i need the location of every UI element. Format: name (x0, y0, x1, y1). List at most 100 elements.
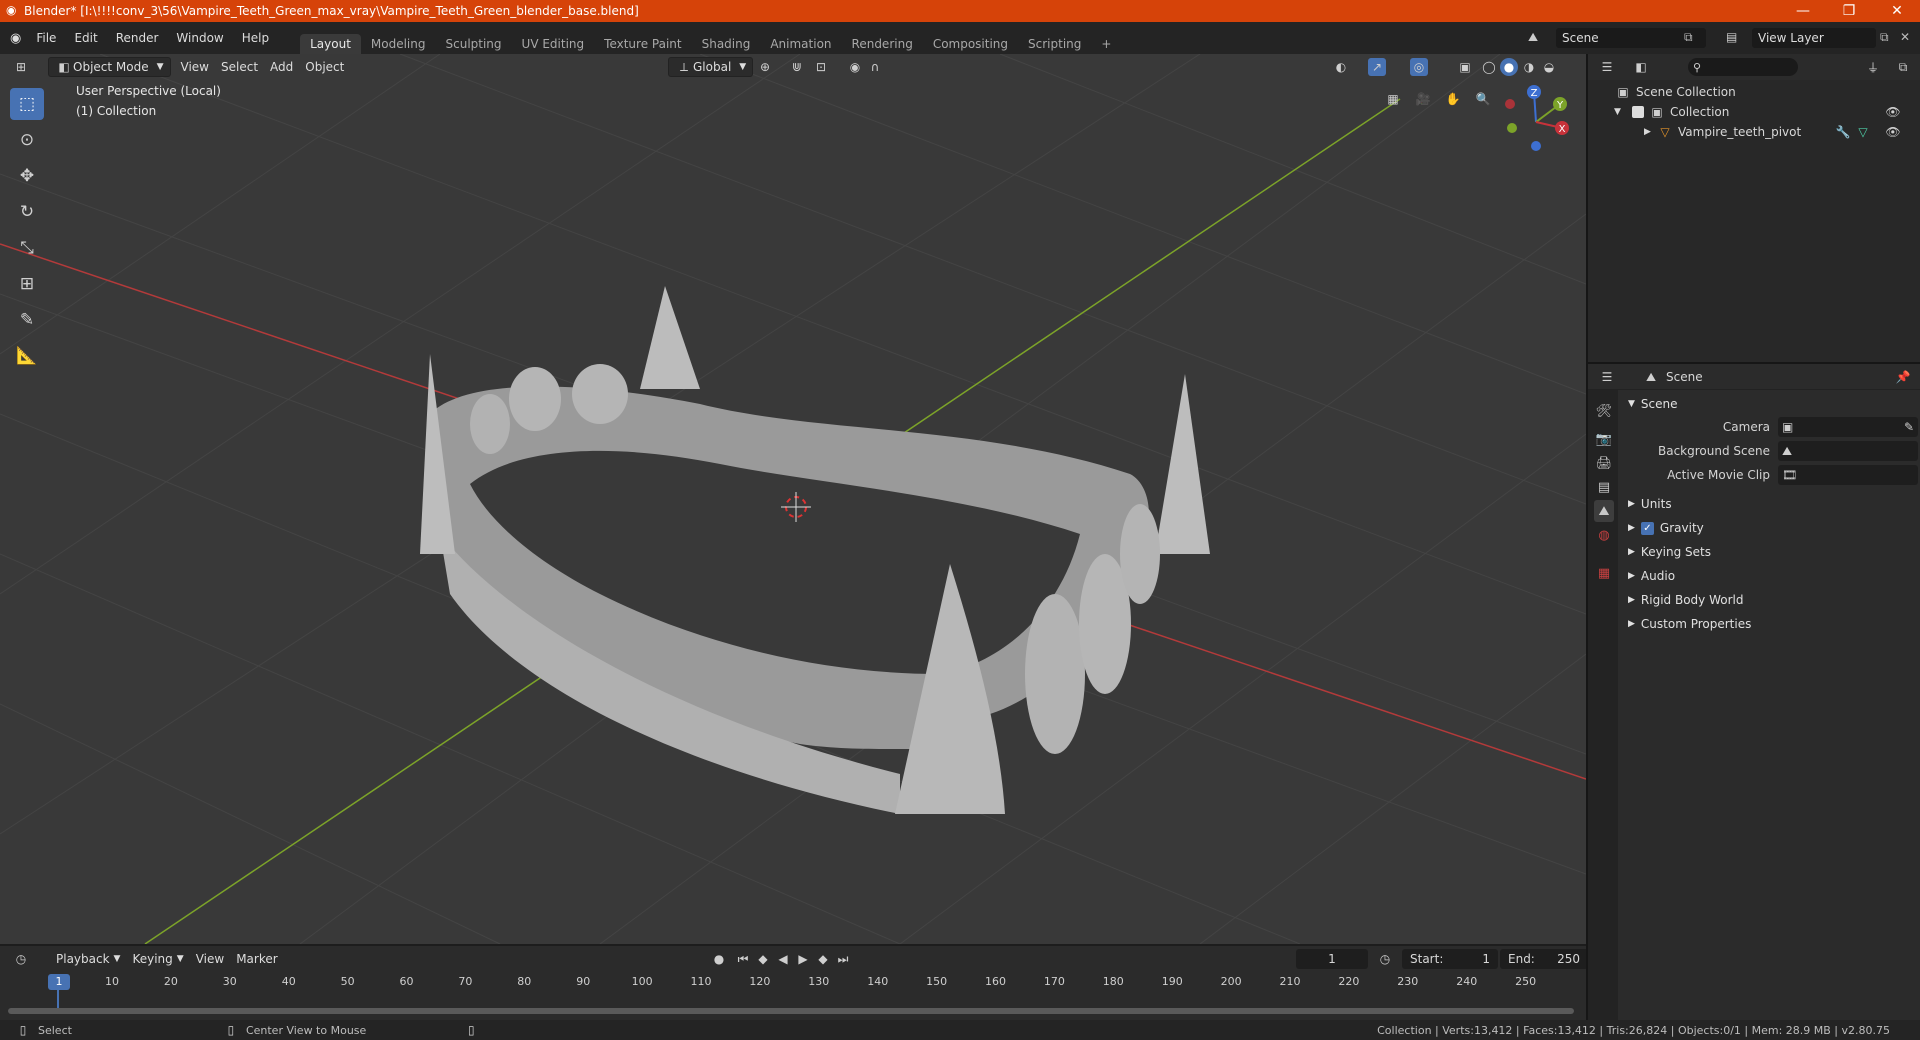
transform-orientation-dropdown[interactable]: ⟂ Global ▼ (668, 57, 754, 77)
tab-sculpting[interactable]: Sculpting (436, 34, 512, 54)
display-mode-icon[interactable]: ◧ (1632, 58, 1650, 76)
area-divider[interactable] (1586, 54, 1588, 1020)
editor-type-icon[interactable]: ⊞ (12, 58, 30, 76)
editor-type-icon[interactable]: ◷ (12, 950, 30, 968)
filter-icon[interactable]: ⏚ (1864, 58, 1882, 76)
tab-animation[interactable]: Animation (760, 34, 841, 54)
world-tab-icon[interactable]: ◍ (1594, 524, 1614, 546)
checkbox-icon[interactable] (1632, 106, 1644, 118)
object-mode-dropdown[interactable]: ◧ Object Mode ▼ (48, 57, 171, 77)
viewport-scene[interactable] (0, 54, 1586, 944)
end-frame-field[interactable]: End: 250 (1500, 949, 1588, 969)
axis-gizmo[interactable]: Z Y X (1496, 82, 1576, 162)
tab-shading[interactable]: Shading (692, 34, 761, 54)
pin-icon[interactable]: 📌 (1894, 368, 1912, 386)
falloff-icon[interactable]: ∩ (866, 58, 884, 76)
menu-view[interactable]: View (175, 57, 215, 77)
gizmo-toggle-icon[interactable]: ↗ (1368, 58, 1386, 76)
eye-icon[interactable]: 👁 (1884, 123, 1902, 141)
close-button[interactable]: ✕ (1874, 0, 1920, 22)
jump-start-icon[interactable]: ⏮ (734, 950, 752, 968)
new-view-layer-icon[interactable]: ⧉ (1880, 30, 1889, 45)
texture-tab-icon[interactable]: ▦ (1594, 562, 1614, 584)
prev-keyframe-icon[interactable]: ◆ (754, 950, 772, 968)
expand-arrow-icon[interactable]: ▼ (1614, 107, 1628, 117)
tab-layout[interactable]: Layout (300, 34, 361, 54)
jump-end-icon[interactable]: ⏭ (834, 950, 852, 968)
select-box-icon[interactable]: ⬚ (10, 88, 44, 120)
3d-viewport[interactable]: ⊞ ◧ Object Mode ▼ View Select Add Object… (0, 54, 1586, 944)
menu-window[interactable]: Window (167, 31, 232, 45)
pan-hand-icon[interactable]: ✋ (1444, 90, 1462, 108)
new-scene-icon[interactable]: ⧉ (1684, 30, 1693, 45)
output-tab-icon[interactable]: 🖨 (1594, 452, 1614, 474)
minimize-button[interactable]: — (1780, 0, 1826, 22)
wireframe-shading-icon[interactable]: ◯ (1480, 58, 1498, 76)
scene-panel-header[interactable]: ▼ Scene (1618, 392, 1918, 416)
editor-type-icon[interactable]: ☰ (1598, 58, 1616, 76)
solid-shading-icon[interactable]: ● (1500, 58, 1518, 76)
record-icon[interactable]: ● (710, 950, 728, 968)
tab-compositing[interactable]: Compositing (923, 34, 1018, 54)
modifier-icon[interactable]: 🔧 (1834, 123, 1852, 141)
editor-type-icon[interactable]: ☰ (1598, 368, 1616, 386)
remove-view-layer-icon[interactable]: ✕ (1900, 30, 1910, 44)
outliner-search-input[interactable]: ⚲ (1688, 58, 1798, 76)
outliner-row-scene-collection[interactable]: ▣ Scene Collection (1614, 82, 1735, 102)
background-scene-field[interactable]: ⛰ (1778, 441, 1918, 461)
scene-tab-icon[interactable]: ⛰ (1594, 500, 1614, 522)
audio-panel-header[interactable]: ▶ Audio (1618, 564, 1918, 588)
scrollbar-thumb[interactable] (8, 1008, 1574, 1014)
tab-uv-editing[interactable]: UV Editing (512, 34, 595, 54)
rigid-body-world-panel-header[interactable]: ▶ Rigid Body World (1618, 588, 1918, 612)
view-layer-selector[interactable]: View Layer (1752, 28, 1876, 48)
measure-tool-icon[interactable]: 📐 (10, 340, 44, 372)
move-tool-icon[interactable]: ✥ (10, 160, 44, 192)
vampire-teeth-model[interactable] (420, 286, 1210, 814)
maximize-button[interactable]: ❐ (1826, 0, 1872, 22)
start-frame-field[interactable]: Start: 1 (1402, 949, 1498, 969)
cursor-tool-icon[interactable]: ⊙ (10, 124, 44, 156)
xray-icon[interactable]: ▣ (1456, 58, 1474, 76)
menu-render[interactable]: Render (107, 31, 168, 45)
proportional-edit-icon[interactable]: ◉ (846, 58, 864, 76)
outliner-row-object[interactable]: ▶ ▽ Vampire_teeth_pivot 🔧 ▽ 👁 (1644, 122, 1914, 142)
area-divider[interactable] (1588, 362, 1920, 364)
outliner-row-collection[interactable]: ▼ ▣ Collection 👁 (1614, 102, 1914, 122)
pivot-point-icon[interactable]: ⊕ (756, 58, 774, 76)
next-keyframe-icon[interactable]: ◆ (814, 950, 832, 968)
timeline-scrollbar[interactable] (8, 1008, 1574, 1014)
current-frame-field[interactable]: 1 (1296, 949, 1368, 969)
add-workspace-button[interactable]: + (1091, 34, 1121, 54)
tab-rendering[interactable]: Rendering (842, 34, 923, 54)
mesh-data-icon[interactable]: ▽ (1854, 123, 1872, 141)
grid-view-icon[interactable]: ▦ (1384, 90, 1402, 108)
new-collection-icon[interactable]: ⧉ (1894, 58, 1912, 76)
camera-field[interactable]: ▣ ✎ (1778, 417, 1918, 437)
timeline-view-menu[interactable]: View (190, 949, 230, 969)
gravity-checkbox[interactable]: ✓ (1640, 521, 1654, 535)
annotate-tool-icon[interactable]: ✎ (10, 304, 44, 336)
view-layer-tab-icon[interactable]: ▤ (1594, 476, 1614, 498)
expand-arrow-icon[interactable]: ▶ (1644, 127, 1656, 137)
menu-select[interactable]: Select (215, 57, 264, 77)
zoom-icon[interactable]: 🔍 (1474, 90, 1492, 108)
playback-menu[interactable]: Playback ▼ (50, 949, 126, 969)
transform-tool-icon[interactable]: ⊞ (10, 268, 44, 300)
custom-properties-panel-header[interactable]: ▶ Custom Properties (1618, 612, 1918, 636)
overlays-toggle-icon[interactable]: ◎ (1410, 58, 1428, 76)
menu-file[interactable]: File (27, 31, 65, 45)
marker-menu[interactable]: Marker (230, 949, 283, 969)
menu-edit[interactable]: Edit (65, 31, 106, 45)
camera-view-icon[interactable]: 🎥 (1414, 90, 1432, 108)
rendered-shading-icon[interactable]: ◒ (1540, 58, 1558, 76)
material-shading-icon[interactable]: ◑ (1520, 58, 1538, 76)
tool-tab-icon[interactable]: 🛠 (1594, 400, 1614, 422)
render-tab-icon[interactable]: 📷 (1594, 428, 1614, 450)
keying-sets-panel-header[interactable]: ▶ Keying Sets (1618, 540, 1918, 564)
blender-menu-icon[interactable]: ◉ (10, 31, 21, 46)
menu-add[interactable]: Add (264, 57, 299, 77)
keying-menu[interactable]: Keying ▼ (126, 949, 189, 969)
eyedropper-icon[interactable]: ✎ (1904, 420, 1914, 434)
tab-texture-paint[interactable]: Texture Paint (594, 34, 691, 54)
